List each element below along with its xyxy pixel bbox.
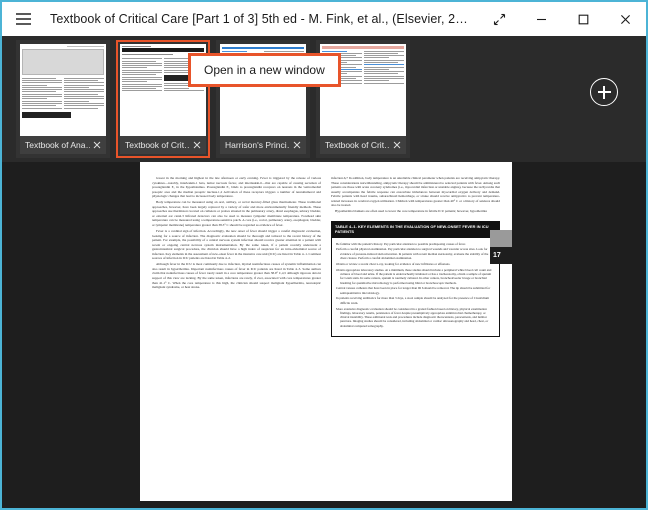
tab-item-0[interactable]: Textbook of Ana… [16,40,110,158]
page-column-left: lowest in the morning and highest in the… [152,176,321,501]
paragraph: Hypothermia blankets are often used to l… [335,209,487,214]
table-title: TABLE 4–1. KEY ELEMENTS IN THE EVALUATIO… [331,220,500,238]
tab-label-1: Textbook of Crit… [125,140,190,150]
table-body: Be familiar with the patient's history. … [331,237,500,337]
tab-footer-2: Harrison's Princi… [220,136,306,154]
tab-footer-3: Textbook of Crit… [320,136,406,154]
hamburger-menu-icon[interactable] [2,2,44,36]
paragraph: infection.6,7 In addition, body temperat… [331,176,500,208]
table-4-1: TABLE 4–1. KEY ELEMENTS IN THE EVALUATIO… [331,220,500,337]
pdf-reader-area[interactable]: lowest in the morning and highest in the… [2,162,646,508]
tooltip-open-in-new-window: Open in a new window [188,53,341,87]
tab-label-0: Textbook of Ana… [25,140,90,150]
page-column-right: infection.6,7 In addition, body temperat… [331,176,500,501]
tab-close-icon-1[interactable] [190,138,204,152]
tab-footer-1: Textbook of Crit… [120,136,206,154]
hamburger-line [15,18,31,20]
tab-label-2: Harrison's Princi… [225,140,290,150]
tab-close-icon-3[interactable] [390,138,404,152]
paragraph: lowest in the morning and highest in the… [152,176,321,199]
page-indicator-upper [490,230,512,247]
tab-close-icon-0[interactable] [90,138,104,152]
window-controls [478,2,646,36]
add-tab-button[interactable] [590,78,618,106]
table-item: Obtain or review a recent chest x-ray, l… [336,261,451,266]
title-bar: Textbook of Critical Care [Part 1 of 3] … [2,2,646,36]
table-item: Central venous catheters that have been … [336,286,491,295]
hamburger-line [15,13,31,15]
close-button[interactable] [604,2,646,36]
tab-thumbnail-0 [20,44,106,136]
tab-label-3: Textbook of Crit… [325,140,390,150]
page-number-indicator[interactable]: 17 [490,230,512,264]
minimize-button[interactable] [520,2,562,36]
tab-footer-0: Textbook of Ana… [20,136,106,154]
page-indicator-lower: 17 [490,247,512,264]
maximize-button[interactable] [562,2,604,36]
pdf-page: lowest in the morning and highest in the… [140,162,512,501]
table-item: Be familiar with the patient's history. … [336,241,466,246]
paragraph: Body temperature can be measured using a… [152,200,321,227]
table-item: In patients receiving antibiotics for mo… [336,296,489,305]
app-window: Textbook of Critical Care [Part 1 of 3] … [0,0,648,510]
thumbnail-page-render [20,44,106,136]
hamburger-line [15,23,31,25]
restore-expand-button[interactable] [478,2,520,36]
table-item: Perform a careful physical examination. … [336,247,489,261]
table-item: Obtain appropriate laboratory studies. A… [336,267,492,285]
paragraph: Although fever in the ICU is most common… [152,262,321,290]
table-item: More extensive diagnostic evaluation sho… [336,306,489,328]
tab-close-icon-2[interactable] [290,138,304,152]
window-title: Textbook of Critical Care [Part 1 of 3] … [50,12,478,26]
paragraph: Fever is a cardinal sign of infection. A… [152,229,321,261]
